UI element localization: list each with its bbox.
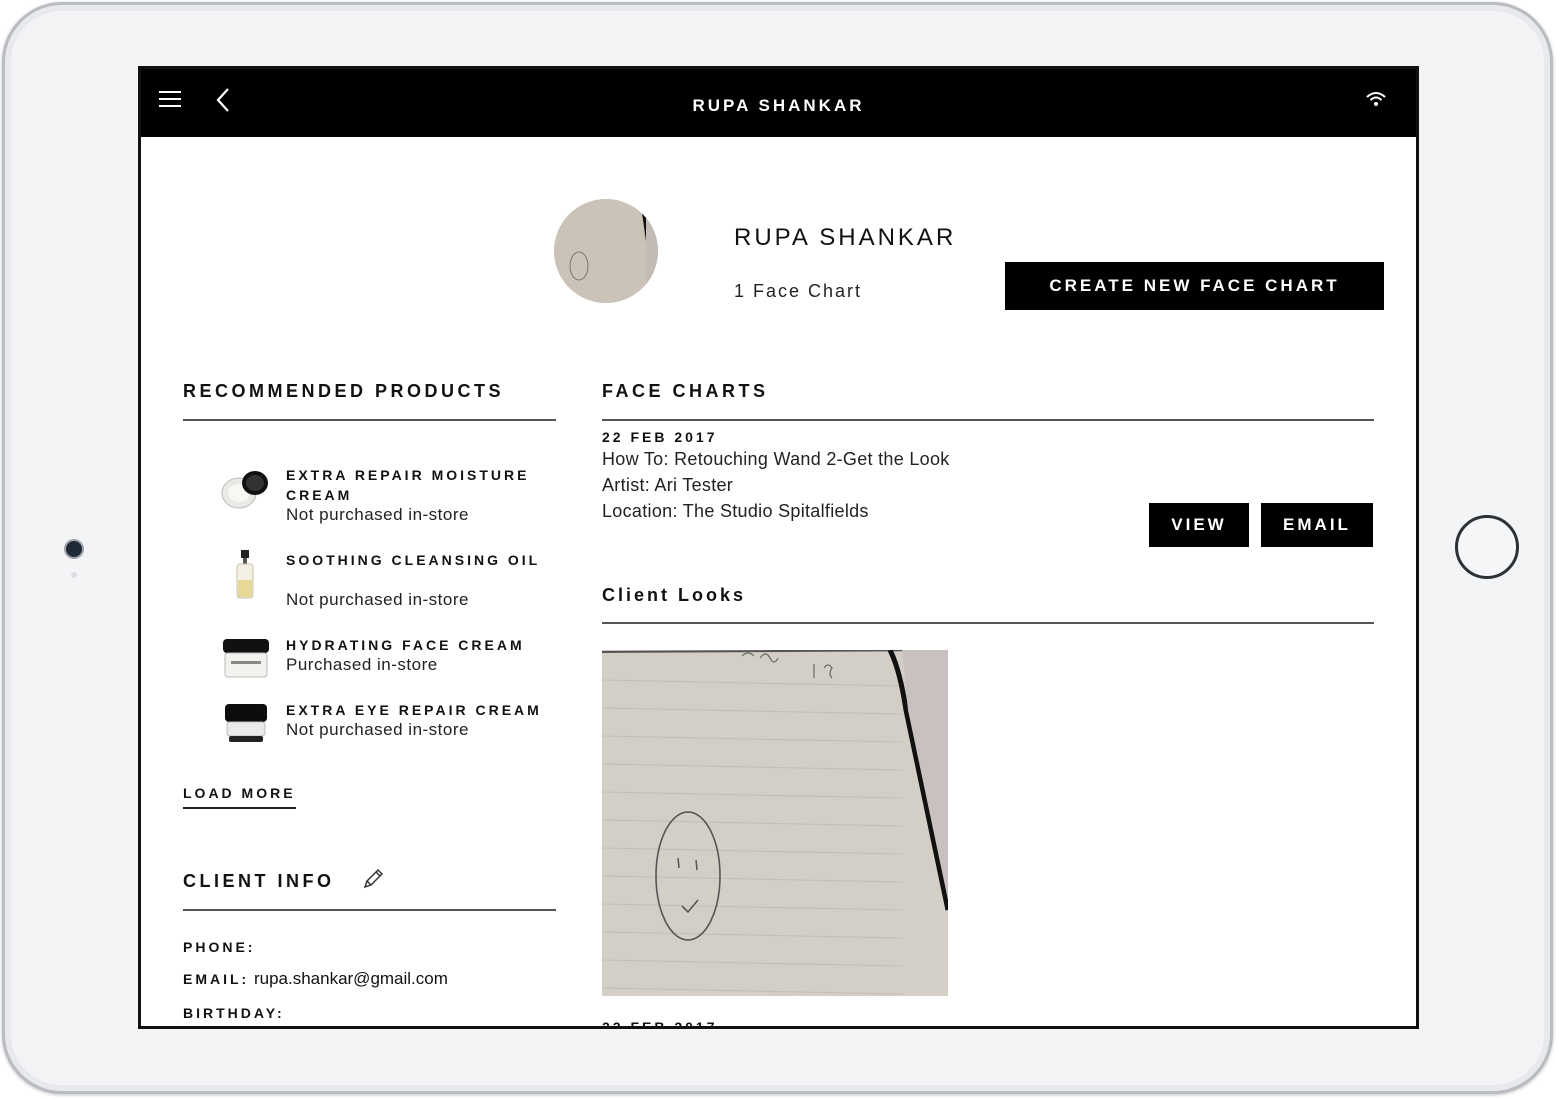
face-chart-location: Location: The Studio Spitalfields: [602, 501, 869, 521]
create-new-face-chart-button[interactable]: CREATE NEW FACE CHART: [1005, 262, 1384, 310]
load-more-link[interactable]: LOAD MORE: [183, 785, 296, 809]
face-chart-count: 1 Face Chart: [734, 281, 863, 301]
face-chart-artist: Artist: Ari Tester: [602, 475, 734, 495]
face-charts-divider: [602, 419, 1374, 421]
client-info-divider: [183, 909, 556, 911]
front-camera: [66, 541, 82, 557]
app-screen: RUPA SHANKAR RUPA SHANKAR 1 Face Chart C…: [138, 66, 1419, 1029]
top-navigation-bar: RUPA SHANKAR: [141, 69, 1416, 137]
recommended-products-heading: RECOMMENDED PRODUCTS: [183, 381, 505, 401]
wifi-icon: [1366, 92, 1386, 106]
product-name: SOOTHING CLEANSING OIL: [286, 552, 541, 568]
client-looks-divider: [602, 622, 1374, 624]
product-name: EXTRA REPAIR MOISTURE CREAM: [286, 467, 530, 503]
page-title: RUPA SHANKAR: [692, 96, 865, 115]
product-thumbnail: [223, 639, 269, 678]
home-button[interactable]: [1455, 515, 1519, 579]
email-face-chart-button[interactable]: EMAIL: [1261, 503, 1373, 547]
client-looks-heading: Client Looks: [602, 585, 747, 605]
ambient-sensor: [71, 572, 77, 578]
product-name: EXTRA EYE REPAIR CREAM: [286, 702, 542, 718]
product-status: Not purchased in-store: [286, 590, 469, 609]
email-row: EMAIL: rupa.shankar@gmail.com: [183, 969, 448, 989]
client-look-photo[interactable]: [602, 650, 948, 996]
pencil-edit-icon[interactable]: [361, 867, 385, 891]
email-label: EMAIL:: [183, 971, 250, 987]
product-status: Not purchased in-store: [286, 720, 469, 739]
product-thumbnail: [221, 471, 268, 509]
birthday-row: BIRTHDAY:: [183, 1003, 285, 1023]
phone-row: PHONE:: [183, 937, 255, 957]
email-value: rupa.shankar@gmail.com: [253, 969, 448, 988]
face-charts-heading: FACE CHARTS: [602, 381, 769, 401]
next-face-chart-date: 22 FEB 2017: [602, 1019, 718, 1029]
face-chart-how-to: How To: Retouching Wand 2-Get the Look: [602, 449, 950, 469]
product-thumbnail: [236, 550, 254, 599]
product-name: HYDRATING FACE CREAM: [286, 637, 525, 653]
recommended-divider: [183, 419, 556, 421]
client-name: RUPA SHANKAR: [734, 224, 957, 251]
birthday-label: BIRTHDAY:: [183, 1005, 285, 1021]
client-avatar: [554, 199, 658, 303]
client-info-heading: CLIENT INFO: [183, 871, 335, 891]
product-thumbnail: [225, 704, 267, 742]
phone-label: PHONE:: [183, 939, 256, 955]
product-status: Purchased in-store: [286, 655, 438, 674]
view-face-chart-button[interactable]: VIEW: [1149, 503, 1249, 547]
face-chart-date: 22 FEB 2017: [602, 429, 718, 445]
product-status: Not purchased in-store: [286, 505, 469, 524]
